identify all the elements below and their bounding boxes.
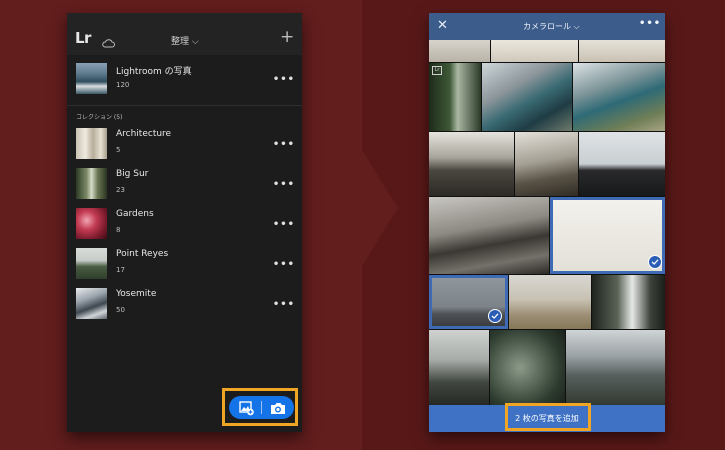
lightroom-badge: Lr (432, 66, 442, 75)
photo-thumbnail[interactable] (491, 40, 578, 62)
collection-count: 50 (116, 306, 125, 314)
collection-title: Yosemite (116, 289, 157, 299)
divider (67, 105, 302, 106)
photo-thumbnail[interactable] (429, 197, 549, 274)
architecture-thumbnail (76, 128, 107, 159)
step-arrow (362, 150, 398, 266)
photo-thumbnail[interactable] (429, 330, 489, 405)
big-sur-thumbnail (76, 168, 107, 199)
collection-title: Point Reyes (116, 249, 169, 259)
collection-row-big-sur[interactable]: Big Sur 23 ••• (67, 164, 302, 202)
more-options-icon[interactable]: ••• (273, 300, 295, 310)
photo-thumbnail[interactable] (579, 132, 665, 196)
camera-roll-dropdown[interactable]: カメラロール ⌵ (523, 21, 580, 32)
collection-title: Architecture (116, 129, 172, 139)
add-photo-icon (239, 401, 254, 416)
collection-count: 17 (116, 266, 125, 274)
photo-thumbnail[interactable] (429, 40, 490, 62)
selected-check-icon (648, 255, 662, 269)
all-photos-thumbnail (76, 63, 107, 94)
library-screen: Lr 整理 ⌵ + Lightroom の写真 120 ••• コレクション (… (67, 13, 302, 432)
collection-row-yosemite[interactable]: Yosemite 50 ••• (67, 284, 302, 322)
point-reyes-thumbnail (76, 248, 107, 279)
more-options-icon[interactable]: ••• (273, 75, 295, 85)
cloud-icon[interactable] (102, 33, 115, 52)
add-icon[interactable]: + (280, 29, 294, 46)
photo-thumbnail[interactable] (429, 132, 514, 196)
yosemite-thumbnail (76, 288, 107, 319)
lightroom-logo: Lr (75, 29, 91, 47)
more-options-icon[interactable]: ••• (639, 18, 661, 29)
collection-title: Gardens (116, 209, 154, 219)
more-options-icon[interactable]: ••• (273, 260, 295, 270)
library-header: Lr 整理 ⌵ + (67, 13, 302, 55)
photo-thumbnail[interactable] (509, 275, 591, 329)
camera-button[interactable] (267, 399, 289, 417)
photo-into-the-wild-card[interactable] (550, 197, 665, 274)
collection-row-gardens[interactable]: Gardens 8 ••• (67, 204, 302, 242)
collection-count: 5 (116, 146, 121, 154)
more-options-icon[interactable]: ••• (273, 220, 295, 230)
add-from-camera-roll-button[interactable] (235, 399, 257, 417)
more-options-icon[interactable]: ••• (273, 140, 295, 150)
photo-thumbnail[interactable] (482, 63, 572, 131)
collection-title: Big Sur (116, 169, 149, 179)
collection-row-architecture[interactable]: Architecture 5 ••• (67, 124, 302, 162)
photo-thumbnail[interactable] (592, 275, 665, 329)
photo-thumbnail[interactable] (573, 63, 665, 131)
collections-header: コレクション (5) (76, 114, 123, 121)
sort-menu[interactable]: 整理 ⌵ (171, 34, 199, 47)
more-options-icon[interactable]: ••• (273, 180, 295, 190)
add-photos-fab (229, 396, 294, 419)
photo-thumbnail[interactable] (490, 330, 565, 405)
highlight-box (505, 403, 591, 431)
camera-roll-header: ✕ カメラロール ⌵ ••• (429, 13, 665, 40)
photo-thumbnail[interactable]: Lr (429, 63, 481, 131)
photo-thumbnail[interactable] (515, 132, 578, 196)
photo-thumbnail[interactable] (566, 330, 665, 405)
collection-row-point-reyes[interactable]: Point Reyes 17 ••• (67, 244, 302, 282)
all-photos-count: 120 (116, 81, 130, 89)
gardens-thumbnail (76, 208, 107, 239)
camera-icon (271, 403, 285, 414)
close-icon[interactable]: ✕ (437, 18, 448, 34)
collection-count: 23 (116, 186, 125, 194)
selected-check-icon (488, 309, 502, 323)
all-photos-row[interactable]: Lightroom の写真 120 ••• (67, 59, 302, 97)
photo-misty-field[interactable] (429, 275, 508, 329)
fab-separator (261, 401, 262, 414)
collection-count: 8 (116, 226, 121, 234)
card-image (553, 200, 662, 271)
all-photos-title: Lightroom の写真 (116, 67, 192, 77)
photo-thumbnail[interactable] (579, 40, 665, 62)
camera-roll-screen: ✕ カメラロール ⌵ ••• Lr 2 枚の写真を追加 (429, 13, 665, 432)
